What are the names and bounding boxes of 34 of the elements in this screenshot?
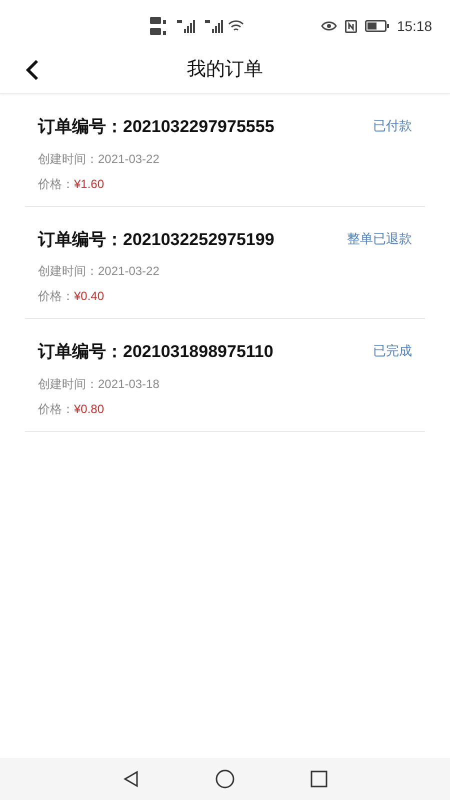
nfc-icon (344, 20, 357, 32)
price-value: ¥1.60 (74, 176, 104, 192)
created-label: 创建时间： (38, 263, 98, 280)
order-status: 已付款 (373, 117, 412, 135)
recents-nav-icon[interactable] (310, 770, 328, 788)
home-nav-icon[interactable] (215, 769, 235, 789)
wifi-icon (228, 20, 244, 32)
order-card[interactable]: 订单编号：2021032297975555 已付款 创建时间：2021-03-22 价格：¥1.60 (25, 94, 425, 206)
battery-icon (364, 20, 389, 32)
back-nav-icon[interactable] (122, 770, 140, 788)
hd-icon (150, 15, 168, 37)
signal-icon (204, 19, 224, 33)
created-date: 2021-03-18 (98, 376, 160, 392)
created-date: 2021-03-22 (98, 263, 160, 280)
signal-icon (176, 19, 196, 33)
order-number: 订单编号：2021032297975555 (38, 116, 274, 138)
created-date: 2021-03-22 (98, 150, 160, 168)
status-time: 15:18 (396, 16, 432, 36)
price-label: 价格： (38, 400, 74, 418)
back-icon (25, 59, 39, 81)
price-value: ¥0.40 (74, 288, 104, 305)
order-status: 已完成 (373, 342, 412, 360)
eye-icon (320, 20, 337, 32)
order-card[interactable]: 订单编号：2021032252975199 整单已退款 创建时间：2021-03-22 价格：¥0.40 (25, 206, 425, 319)
order-card[interactable]: 订单编号：2021031898975110 已完成 创建时间：2021-03-18 价格：¥0.80 (25, 319, 425, 432)
created-label: 创建时间： (38, 150, 98, 168)
price-label: 价格： (38, 176, 74, 192)
page-title: 我的订单 (187, 58, 263, 82)
price-label: 价格： (38, 288, 74, 305)
order-number: 订单编号：2021031898975110 (38, 341, 274, 363)
created-label: 创建时间： (38, 376, 98, 392)
price-value: ¥0.80 (74, 400, 104, 418)
order-number: 订单编号：2021032252975199 (38, 228, 274, 250)
order-status: 整单已退款 (347, 230, 412, 248)
